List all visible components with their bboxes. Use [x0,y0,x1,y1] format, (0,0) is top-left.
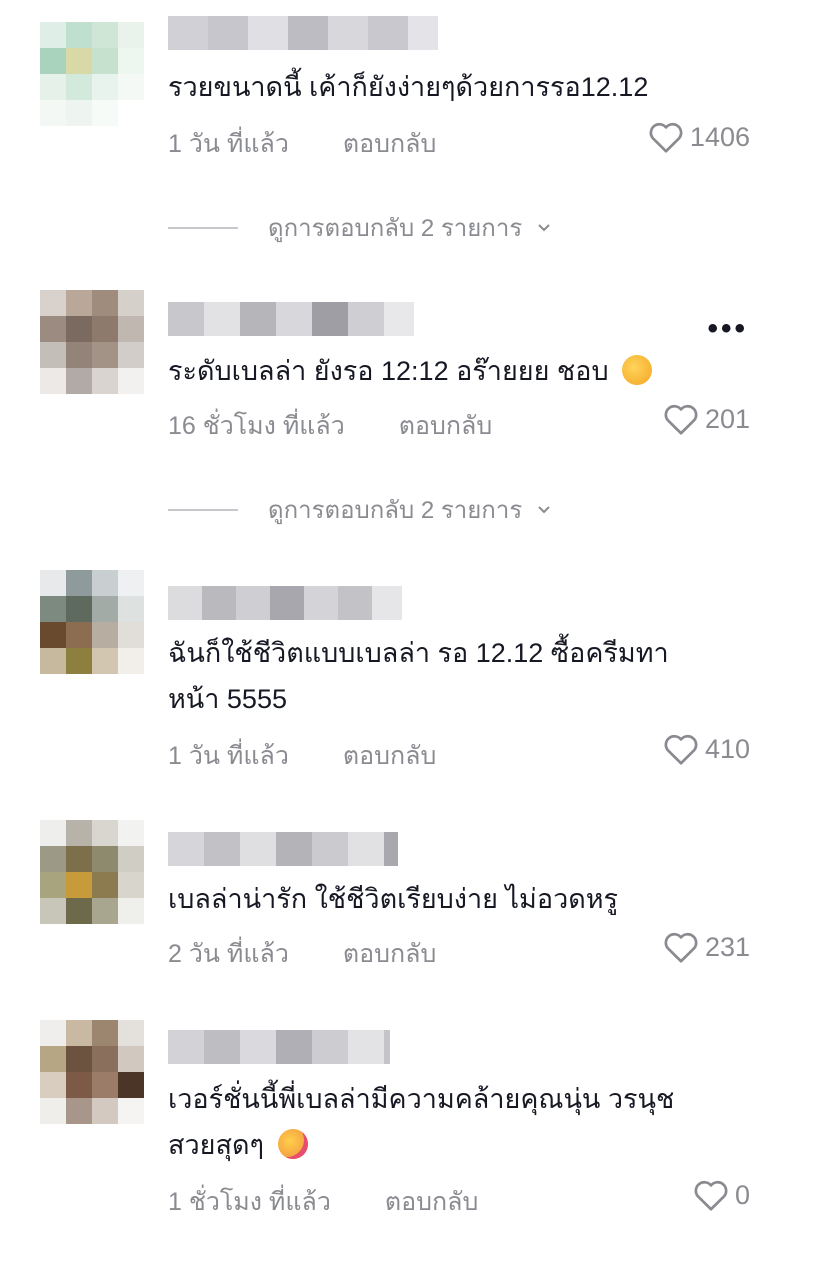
username-blurred[interactable] [168,16,438,50]
like-button[interactable]: 410 [663,732,750,766]
like-count: 0 [734,1179,750,1210]
comment-meta: 1 วัน ที่แล้ว ตอบกลับ [168,736,436,776]
comment-text-body: ระดับเบลล่า ยังรอ 12:12 อร๊ายยย ชอบ [168,356,609,386]
comment-text: รวยขนาดนี้ เค้าก็ยังง่ายๆด้วยการรอ12.12 [168,72,649,102]
divider [168,226,238,229]
comment-text-line-1: ฉันก็ใช้ชีวิตแบบเบลล่า รอ 12.12 ซื้อครีม… [168,638,669,668]
comment-time: 16 ชั่วโมง ที่แล้ว [168,412,345,440]
like-count: 231 [704,931,750,962]
username-blurred[interactable] [168,832,398,866]
heart-icon [664,734,698,765]
like-count: 201 [704,403,750,434]
view-replies-label: ดูการตอบกลับ 2 รายการ [268,215,523,242]
comment-time: 2 วัน ที่แล้ว [168,940,289,968]
comment-text: เวอร์ชั่นนี้พี่เบลล่ามีความคล้ายคุณนุ่น … [168,1076,748,1168]
avatar[interactable] [40,290,144,394]
comment-text-line-2-wrap: สวยสุดๆ [168,1122,748,1168]
avatar[interactable] [40,570,144,674]
heart-icon [649,122,683,153]
smiling-face-with-hearts-emoji [277,1129,308,1159]
comment-text: เบลล่าน่ารัก ใช้ชีวิตเรียบง่าย ไม่อวดหรู [168,884,619,914]
like-button[interactable]: 1406 [648,120,750,154]
comment-meta: 2 วัน ที่แล้ว ตอบกลับ [168,934,436,974]
comment-time: 1 วัน ที่แล้ว [168,130,289,158]
avatar[interactable] [40,820,144,924]
comment-meta: 1 ชั่วโมง ที่แล้ว ตอบกลับ [168,1182,478,1222]
divider [168,508,238,511]
reply-button[interactable]: ตอบกลับ [343,736,436,776]
comment-time: 1 ชั่วโมง ที่แล้ว [168,1188,331,1216]
view-replies-label: ดูการตอบกลับ 2 รายการ [268,497,523,524]
like-button[interactable]: 201 [663,402,750,436]
reply-button[interactable]: ตอบกลับ [399,406,492,446]
comment-time: 1 วัน ที่แล้ว [168,742,289,770]
chevron-down-icon [538,223,550,231]
like-button[interactable]: 231 [663,930,750,964]
avatar[interactable] [40,22,144,126]
like-count: 1406 [689,121,750,152]
like-count: 410 [704,733,750,764]
view-replies-button[interactable]: ดูการตอบกลับ 2 รายการ [168,208,552,247]
username-blurred[interactable] [168,586,402,620]
username-blurred[interactable] [168,302,414,336]
comment-text-line-2: หน้า 5555 [168,684,287,714]
comment-text-line-1: เวอร์ชั่นนี้พี่เบลล่ามีความคล้ายคุณนุ่น … [168,1084,675,1114]
heart-icon [694,1180,728,1211]
heart-icon [664,404,698,435]
reply-button[interactable]: ตอบกลับ [385,1182,478,1222]
comment-text: ฉันก็ใช้ชีวิตแบบเบลล่า รอ 12.12 ซื้อครีม… [168,630,748,722]
more-options-icon[interactable]: ••• [707,312,748,346]
view-replies-button[interactable]: ดูการตอบกลับ 2 รายการ [168,490,552,529]
comment-text: ระดับเบลล่า ยังรอ 12:12 อร๊ายยย ชอบ [168,348,748,394]
reply-button[interactable]: ตอบกลับ [343,124,436,164]
comment-meta: 1 วัน ที่แล้ว ตอบกลับ [168,124,436,164]
like-button[interactable]: 0 [693,1178,750,1212]
smiling-face-emoji [622,355,653,385]
comment-meta: 16 ชั่วโมง ที่แล้ว ตอบกลับ [168,406,492,446]
comment-text-line-2: สวยสุดๆ [168,1130,264,1160]
heart-icon [664,932,698,963]
chevron-down-icon [538,505,550,513]
username-blurred[interactable] [168,1030,390,1064]
avatar[interactable] [40,1020,144,1124]
reply-button[interactable]: ตอบกลับ [343,934,436,974]
